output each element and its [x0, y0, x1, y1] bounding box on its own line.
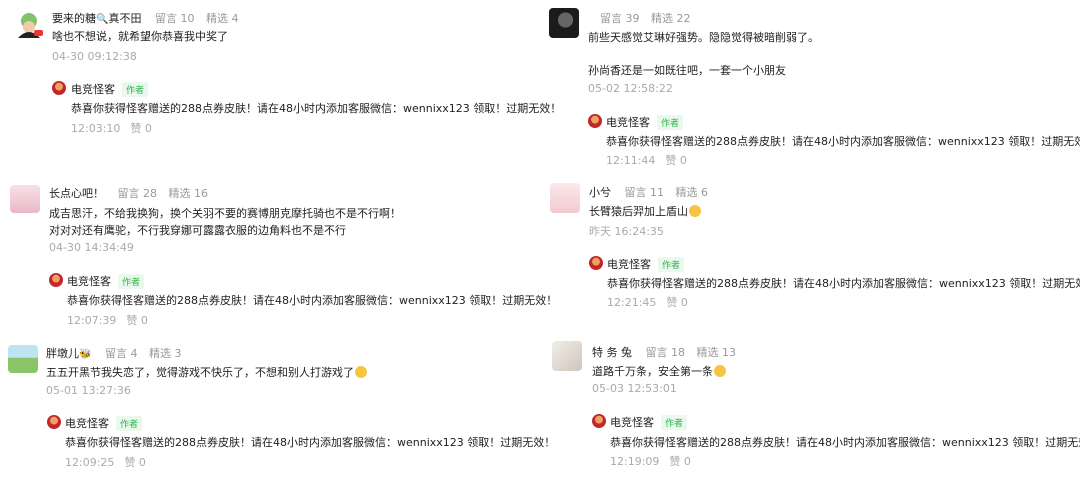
pick-count: 精选 3	[148, 347, 182, 360]
like-button[interactable]: 赞 0	[665, 154, 687, 167]
author-reply-meta: 12:21:45 赞 0	[607, 294, 688, 310]
comment-meta: 小兮 留言 11 精选 6	[589, 184, 716, 200]
comment-time: 05-03 12:53:01	[592, 382, 677, 395]
comment-time: 04-30 09:12:38	[52, 50, 137, 63]
comment-count: 留言 39	[600, 12, 640, 25]
author-badge: 作者	[116, 416, 143, 431]
reply-time: 12:09:25	[65, 456, 115, 469]
author-avatar[interactable]	[588, 114, 602, 128]
comment-card: 特 务 兔 留言 18 精选 13 道路千万条，安全第一条 05-03 12:5…	[0, 0, 1080, 468]
comment-count: 留言 18	[645, 346, 686, 359]
author-reply-text: 恭喜你获得怪客赠送的288点券皮肤！请在48小时内添加客服微信：wennixx1…	[67, 294, 558, 307]
comment-count: 留言 11	[624, 186, 665, 199]
author-badge: 作者	[657, 115, 684, 130]
author-reply-text: 恭喜你获得怪客赠送的288点券皮肤！请在48小时内添加客服微信：wennixx1…	[606, 135, 1080, 148]
avatar[interactable]	[550, 183, 580, 213]
comment-text: 道路千万条，安全第一条	[592, 362, 726, 381]
cat-emoji-icon	[689, 205, 701, 217]
author-reply-text: 恭喜你获得怪客赠送的288点券皮肤！请在48小时内添加客服微信：wennixx1…	[607, 277, 1080, 290]
avatar-image	[18, 13, 43, 38]
author-badge: 作者	[661, 415, 688, 430]
author-badge: 作者	[122, 82, 149, 97]
author-avatar[interactable]	[49, 273, 63, 287]
comment-text: 前些天感觉艾琳好强势。隐隐觉得被暗削弱了。	[588, 31, 819, 44]
nickname[interactable]: 胖墩儿🐝	[46, 347, 91, 360]
author-reply-meta: 12:19:09 赞 0	[610, 453, 691, 469]
comment-count: 留言 28	[117, 187, 158, 200]
comment-text: 对对对还有鹰驼，不行我穿娜可露露衣服的边角料也不是不行	[49, 224, 346, 237]
author-avatar[interactable]	[47, 415, 61, 429]
like-button[interactable]: 赞 0	[126, 314, 148, 327]
comment-time: 05-01 13:27:36	[46, 384, 131, 397]
author-reply-meta: 12:09:25 赞 0	[65, 454, 146, 470]
reply-time: 12:11:44	[606, 154, 656, 167]
reply-time: 12:03:10	[71, 122, 121, 135]
author-name[interactable]: 电竞怪客	[65, 415, 109, 431]
author-reply-text: 恭喜你获得怪客赠送的288点券皮肤！请在48小时内添加客服微信：wennixx1…	[65, 436, 556, 449]
comment-time: 04-30 14:34:49	[49, 241, 134, 254]
magnifier-icon: 🔍	[96, 14, 109, 25]
comment-time: 昨天 16:24:35	[589, 225, 664, 238]
comment-meta: 胖墩儿🐝 留言 4 精选 3	[46, 345, 189, 361]
comment-text: 长臂猿后羿加上盾山	[589, 202, 701, 221]
author-name[interactable]: 电竞怪客	[67, 273, 111, 289]
author-reply-meta: 12:11:44 赞 0	[606, 152, 687, 168]
avatar[interactable]	[10, 185, 40, 213]
pick-count: 精选 13	[696, 346, 737, 359]
comment-text: 孙尚香还是一如既往吧，一套一个小朋友	[588, 64, 786, 77]
like-button[interactable]: 赞 0	[130, 122, 152, 135]
comment-meta: 留言 39 精选 22	[600, 10, 699, 26]
comment-meta: 特 务 兔 留言 18 精选 13	[592, 344, 744, 360]
avatar[interactable]	[549, 8, 579, 38]
nickname[interactable]: 要来的糖🔍真不田	[52, 12, 141, 25]
comment-text: 五五开黑节我失恋了，觉得游戏不快乐了，不想和别人打游戏了	[46, 363, 367, 382]
avatar[interactable]	[8, 345, 38, 373]
pick-count: 精选 22	[651, 12, 691, 25]
nickname[interactable]: 小兮	[589, 186, 611, 199]
comment-count: 留言 4	[104, 347, 138, 360]
comment-meta: 要来的糖🔍真不田 留言 10 精选 4	[52, 10, 246, 26]
reply-time: 12:19:09	[610, 455, 660, 468]
sunglasses-emoji-icon	[714, 365, 726, 377]
reply-time: 12:21:45	[607, 296, 657, 309]
author-reply-meta: 12:03:10 赞 0	[71, 120, 152, 136]
like-button[interactable]: 赞 0	[669, 455, 691, 468]
author-name[interactable]: 电竞怪客	[610, 414, 654, 430]
author-reply-meta: 12:07:39 赞 0	[67, 312, 148, 328]
author-avatar[interactable]	[589, 256, 603, 270]
author-name[interactable]: 电竞怪客	[607, 256, 651, 272]
comment-meta: 长点心吧！ 留言 28 精选 16	[49, 185, 216, 201]
pick-count: 精选 16	[168, 187, 209, 200]
author-avatar[interactable]	[592, 414, 606, 428]
reply-time: 12:07:39	[67, 314, 117, 327]
comment-card: 要来的糖🔍真不田 留言 10 精选 4 啥也不想说，就希望你恭喜我中奖了 04-…	[0, 0, 561, 165]
author-avatar[interactable]	[52, 81, 66, 95]
author-badge: 作者	[118, 274, 145, 289]
pick-count: 精选 6	[675, 186, 709, 199]
comment-count: 留言 10	[154, 12, 195, 25]
author-name[interactable]: 电竞怪客	[71, 81, 115, 97]
nickname[interactable]: 长点心吧！	[49, 187, 104, 200]
avatar[interactable]	[552, 341, 582, 371]
bee-icon: 🐝	[79, 349, 92, 360]
crying-emoji-icon	[355, 366, 367, 378]
author-reply-text: 恭喜你获得怪客赠送的288点券皮肤！请在48小时内添加客服微信：wennixx1…	[610, 436, 1080, 449]
like-button[interactable]: 赞 0	[124, 456, 146, 469]
author-badge: 作者	[658, 257, 685, 272]
comment-text: 啥也不想说，就希望你恭喜我中奖了	[52, 30, 228, 43]
comment-time: 05-02 12:58:22	[588, 82, 673, 95]
pick-count: 精选 4	[205, 12, 239, 25]
author-reply-text: 恭喜你获得怪客赠送的288点券皮肤！请在48小时内添加客服微信：wennixx1…	[71, 102, 562, 115]
nickname[interactable]: 特 务 兔	[592, 346, 632, 359]
author-name[interactable]: 电竞怪客	[606, 114, 650, 130]
avatar[interactable]	[14, 10, 44, 38]
like-button[interactable]: 赞 0	[666, 296, 688, 309]
comment-card: 胖墩儿🐝 留言 4 精选 3 五五开黑节我失恋了，觉得游戏不快乐了，不想和别人打…	[0, 0, 555, 469]
